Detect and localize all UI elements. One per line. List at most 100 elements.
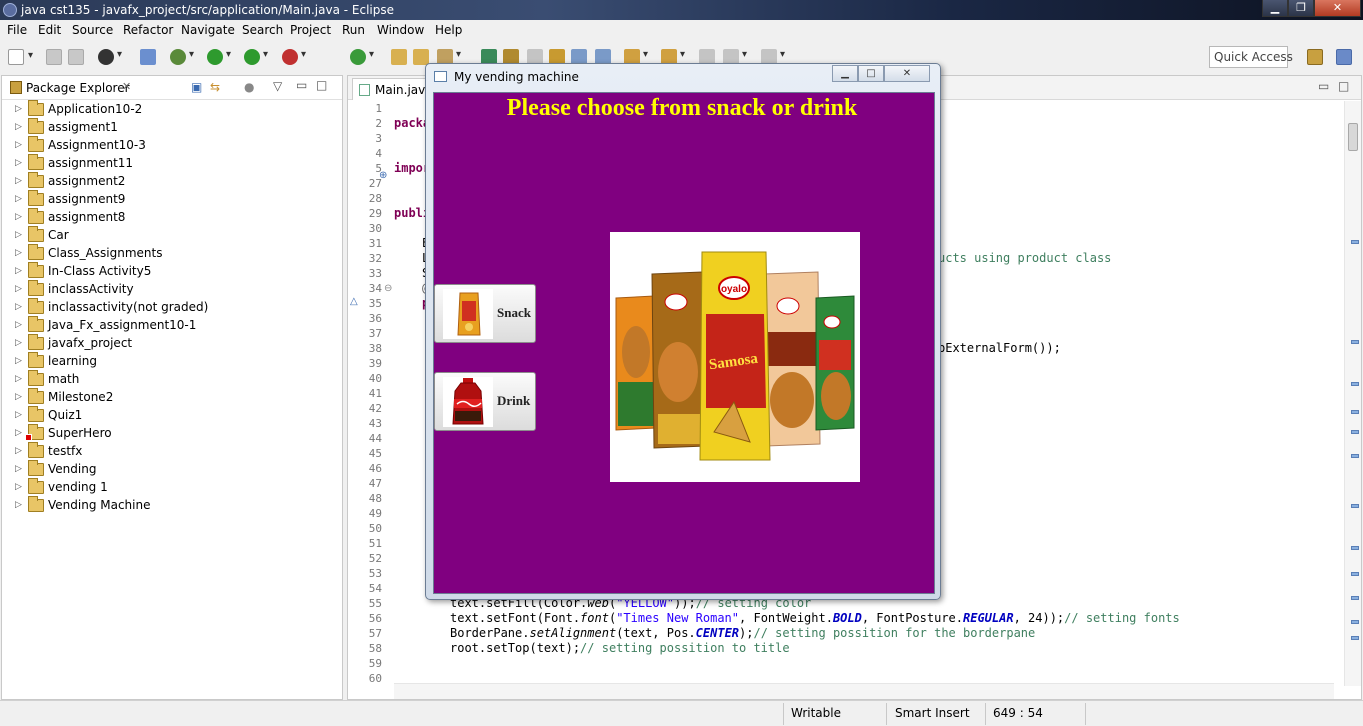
overview-marker[interactable] [1351, 620, 1359, 624]
overview-marker[interactable] [1351, 340, 1359, 344]
snack-button[interactable]: Snack [434, 284, 536, 343]
overview-marker[interactable] [1351, 636, 1359, 640]
dialog-maximize-button[interactable]: □ [858, 65, 884, 82]
tree-item[interactable]: ▷ Java_Fx_assignment10-1 [2, 316, 342, 335]
new-java-class-icon[interactable] [350, 49, 374, 65]
tree-item[interactable]: ▷ inclassactivity(not graded) [2, 298, 342, 317]
tree-item[interactable]: ▷ Vending [2, 460, 342, 479]
menu-source[interactable]: Source [72, 23, 113, 37]
tree-item[interactable]: ▷ learning [2, 352, 342, 371]
menu-window[interactable]: Window [377, 23, 424, 37]
tree-item[interactable]: ▷ assignment8 [2, 208, 342, 227]
expand-arrow-icon[interactable]: ▷ [15, 176, 22, 186]
expand-arrow-icon[interactable]: ▷ [15, 374, 22, 384]
expand-arrow-icon[interactable]: ▷ [15, 446, 22, 456]
dialog-minimize-button[interactable]: ▁ [832, 65, 858, 82]
tree-item[interactable]: ▷ Application10-2 [2, 100, 342, 119]
menu-file[interactable]: File [7, 23, 27, 37]
expand-arrow-icon[interactable]: ▷ [15, 392, 22, 402]
profile-icon[interactable] [98, 49, 122, 65]
expand-arrow-icon[interactable]: ▷ [15, 266, 22, 276]
perspective-java-icon[interactable] [1307, 49, 1323, 65]
tree-item[interactable]: ▷ In-Class Activity5 [2, 262, 342, 281]
expand-arrow-icon[interactable]: ▷ [15, 194, 22, 204]
menu-run[interactable]: Run [342, 23, 365, 37]
tree-item[interactable]: ▷ assignment9 [2, 190, 342, 209]
menu-refactor[interactable]: Refactor [123, 23, 173, 37]
overview-marker[interactable] [1351, 572, 1359, 576]
expand-arrow-icon[interactable]: ▷ [15, 464, 22, 474]
tree-item[interactable]: ▷ Milestone2 [2, 388, 342, 407]
menu-help[interactable]: Help [435, 23, 462, 37]
overview-marker[interactable] [1351, 240, 1359, 244]
tree-item[interactable]: ▷ Quiz1 [2, 406, 342, 425]
skip-breakpoints-icon[interactable] [140, 49, 156, 65]
maximize-button[interactable]: ❐ [1288, 0, 1314, 17]
expand-arrow-icon[interactable]: ▷ [15, 284, 22, 294]
tree-item[interactable]: ▷ math [2, 370, 342, 389]
focus-icon[interactable]: ● [244, 80, 254, 94]
expand-arrow-icon[interactable]: ▷ [15, 356, 22, 366]
tree-item[interactable]: ▷ SuperHero [2, 424, 342, 443]
minimize-button[interactable]: ▁ [1262, 0, 1288, 17]
menu-project[interactable]: Project [290, 23, 331, 37]
expand-arrow-icon[interactable]: ▷ [15, 410, 22, 420]
save-icon[interactable] [46, 49, 62, 65]
coverage-icon[interactable] [244, 49, 268, 65]
expand-arrow-icon[interactable]: ▷ [15, 320, 22, 330]
expand-arrow-icon[interactable]: ▷ [15, 428, 22, 438]
tab-main-java[interactable]: Main.java [352, 78, 433, 100]
drink-button[interactable]: Drink [434, 372, 536, 431]
tree-item[interactable]: ▷ vending 1 [2, 478, 342, 497]
collapse-all-icon[interactable]: ▣ [191, 80, 202, 94]
menu-search[interactable]: Search [242, 23, 283, 37]
save-all-icon[interactable] [68, 49, 84, 65]
link-editor-icon[interactable]: ⇆ [210, 80, 220, 94]
maximize-editor-icon[interactable]: □ [1338, 79, 1349, 93]
overview-marker[interactable] [1351, 454, 1359, 458]
overview-marker[interactable] [1351, 410, 1359, 414]
close-button[interactable]: ✕ [1314, 0, 1361, 17]
fold-expand-icon[interactable]: ⊕ [379, 170, 387, 181]
run-icon[interactable] [207, 49, 231, 65]
tree-item[interactable]: ▷ Car [2, 226, 342, 245]
overview-marker[interactable] [1351, 504, 1359, 508]
expand-arrow-icon[interactable]: ▷ [15, 338, 22, 348]
horizontal-scrollbar[interactable] [394, 683, 1334, 699]
tree-item[interactable]: ▷ Assignment10-3 [2, 136, 342, 155]
expand-arrow-icon[interactable]: ▷ [15, 140, 22, 150]
minimize-view-icon[interactable]: ▭ [296, 78, 307, 92]
expand-arrow-icon[interactable]: ▷ [15, 482, 22, 492]
overview-marker[interactable] [1351, 596, 1359, 600]
menu-edit[interactable]: Edit [38, 23, 61, 37]
expand-arrow-icon[interactable]: ▷ [15, 122, 22, 132]
overview-marker[interactable] [1351, 430, 1359, 434]
fold-collapse-icon[interactable]: ⊖ [384, 283, 392, 294]
new-icon[interactable] [8, 49, 33, 65]
menu-navigate[interactable]: Navigate [181, 23, 235, 37]
overview-marker[interactable] [1351, 546, 1359, 550]
dialog-close-button[interactable]: ✕ [884, 65, 930, 82]
view-menu-icon[interactable]: ▽ [273, 79, 282, 93]
tree-item[interactable]: ▷ Vending Machine [2, 496, 342, 515]
tree-item[interactable]: ▷ Class_Assignments [2, 244, 342, 263]
expand-arrow-icon[interactable]: ▷ [15, 158, 22, 168]
expand-arrow-icon[interactable]: ▷ [15, 230, 22, 240]
expand-arrow-icon[interactable]: ▷ [15, 302, 22, 312]
expand-arrow-icon[interactable]: ▷ [15, 104, 22, 114]
external-tools-icon[interactable] [282, 49, 306, 65]
tree-item[interactable]: ▷ assigment1 [2, 118, 342, 137]
tree-item[interactable]: ▷ testfx [2, 442, 342, 461]
scroll-thumb[interactable] [1348, 123, 1358, 151]
close-view-icon[interactable]: ✕ [122, 80, 131, 93]
quick-access-input[interactable]: Quick Access [1209, 46, 1293, 68]
tree-item[interactable]: ▷ assignment2 [2, 172, 342, 191]
overview-marker[interactable] [1351, 382, 1359, 386]
tree-item[interactable]: ▷ inclassActivity [2, 280, 342, 299]
perspective-debug-icon[interactable] [1336, 49, 1352, 65]
tree-item[interactable]: ▷ javafx_project [2, 334, 342, 353]
tree-item[interactable]: ▷ assignment11 [2, 154, 342, 173]
maximize-view-icon[interactable]: □ [316, 78, 327, 92]
debug-icon[interactable] [170, 49, 194, 65]
expand-arrow-icon[interactable]: ▷ [15, 500, 22, 510]
